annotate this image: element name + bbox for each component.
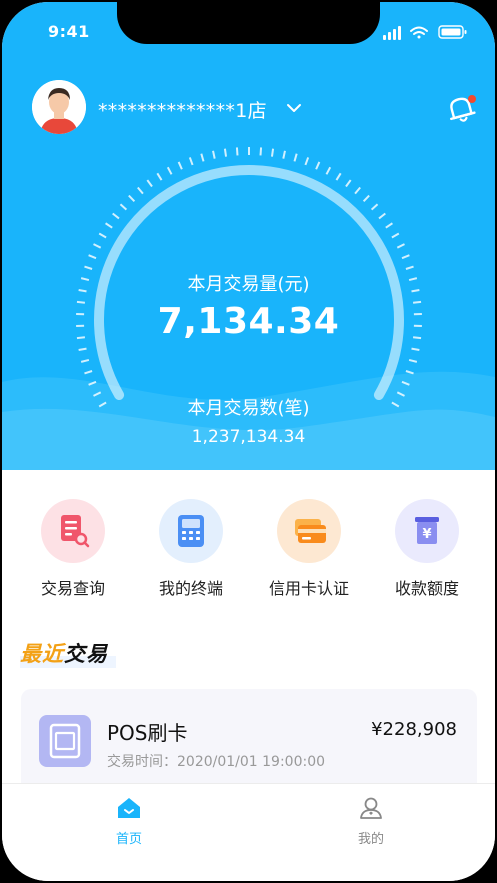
gauge-tick	[156, 172, 163, 181]
avatar[interactable]	[32, 80, 86, 134]
gauge-tick	[188, 157, 194, 166]
gauge-tick	[78, 347, 87, 352]
quick-action-label: 交易查询	[40, 579, 105, 598]
gauge-tick	[396, 243, 405, 249]
monthly-count-label: 本月交易数(笔)	[187, 398, 310, 419]
gauge-tick	[112, 212, 120, 220]
receipt-search-icon	[61, 515, 90, 548]
gauge-tick	[137, 186, 144, 195]
gauge-tick	[408, 358, 418, 363]
gauge-tick	[282, 150, 286, 159]
gauge-tick	[401, 254, 410, 260]
wifi-icon	[410, 26, 428, 39]
quick-action-icon-bg	[159, 499, 223, 563]
quick-action-receive-limit[interactable]: ¥ 收款额度	[377, 499, 477, 599]
quick-action-icon-bg	[41, 499, 105, 563]
transaction-time: 交易时间：2020/01/01 19:00:00	[107, 754, 326, 770]
gauge-tick	[212, 150, 216, 159]
notification-dot	[468, 95, 476, 103]
user-avatar-icon	[32, 80, 86, 134]
gauge-tick	[105, 222, 113, 229]
gauge-tick	[315, 161, 321, 170]
gauge-tick	[177, 161, 183, 170]
gauge-tick	[304, 157, 310, 166]
quick-action-icon-bg	[277, 499, 341, 563]
section-title-accent: 最近	[20, 642, 64, 666]
monthly-amount-label: 本月交易量(元)	[187, 274, 310, 295]
gauge-tick	[391, 232, 400, 239]
transaction-title: POS刷卡	[107, 721, 188, 745]
gauge-tick	[223, 148, 228, 157]
app-screen: 9:41 **************1店 本月交易量(元) 7,134.34 …	[2, 2, 495, 881]
gauge-tick	[411, 347, 420, 352]
monthly-count-value: 1,237,134.34	[191, 427, 306, 447]
store-name[interactable]: **************1店	[98, 96, 267, 123]
gauge-tick	[370, 203, 379, 211]
quick-action-my-terminal[interactable]: 我的终端	[141, 499, 241, 599]
chevron-down-icon[interactable]	[286, 102, 302, 114]
gauge-tick	[259, 147, 263, 156]
gauge-tick	[98, 232, 107, 239]
status-icons	[383, 25, 467, 40]
transaction-amount: ¥228,908	[371, 719, 457, 740]
svg-text:¥: ¥	[422, 527, 431, 542]
quick-action-icon-bg: ¥	[395, 499, 459, 563]
recent-transactions-title: 最近交易	[20, 638, 108, 668]
gauge-tick	[200, 153, 205, 162]
gauge-tick	[88, 380, 97, 386]
device-notch	[117, 2, 380, 44]
gauge-tick	[146, 179, 153, 188]
tab-mine[interactable]: 我的	[331, 796, 411, 847]
quick-action-label: 收款额度	[394, 579, 459, 598]
gauge-tick	[401, 380, 410, 386]
quick-action-credit-card-auth[interactable]: 信用卡认证	[259, 499, 359, 599]
gauge-tick	[293, 153, 298, 162]
gauge-tick	[93, 243, 102, 249]
gauge-tick	[84, 370, 93, 375]
gauge-tick	[345, 179, 352, 188]
yuan-box-icon: ¥	[415, 517, 439, 544]
gauge-tick	[362, 194, 370, 203]
gauge-tick	[119, 203, 128, 211]
gauge-tick	[80, 358, 90, 363]
tab-label: 首页	[115, 832, 142, 847]
section-title-rest: 交易	[64, 642, 108, 666]
gauge-tick	[335, 172, 342, 181]
pos-terminal-icon	[178, 515, 204, 547]
tab-label: 我的	[357, 832, 384, 847]
gauge-tick	[354, 186, 361, 195]
gauge-tick	[166, 166, 173, 175]
header-panel: 9:41 **************1店 本月交易量(元) 7,134.34 …	[2, 2, 495, 470]
quick-action-label: 信用卡认证	[268, 579, 349, 598]
tab-home[interactable]: 首页	[89, 796, 169, 847]
gauge-tick	[88, 254, 97, 260]
gauge-tick	[84, 265, 93, 270]
status-time: 9:41	[48, 22, 90, 41]
monthly-amount-value: 7,134.34	[157, 301, 340, 342]
home-icon	[118, 798, 140, 818]
battery-icon	[438, 25, 467, 39]
quick-action-label: 我的终端	[158, 579, 223, 598]
gauge-tick	[405, 370, 414, 375]
credit-card-icon	[295, 519, 326, 543]
gauge-tick	[405, 265, 414, 270]
gauge-tick	[128, 194, 136, 203]
quick-action-transaction-query[interactable]: 交易查询	[23, 499, 123, 599]
gauge-tick	[325, 166, 332, 175]
gauge-tick	[385, 222, 393, 229]
signal-icon	[383, 26, 401, 40]
user-profile-icon	[360, 797, 382, 819]
gauge-tick	[378, 212, 386, 220]
gauge-tick	[270, 148, 275, 157]
tab-bar: 首页 我的	[2, 783, 495, 881]
bell-icon[interactable]	[444, 92, 478, 126]
gauge-tick	[235, 147, 239, 156]
card-reader-icon	[39, 715, 91, 767]
